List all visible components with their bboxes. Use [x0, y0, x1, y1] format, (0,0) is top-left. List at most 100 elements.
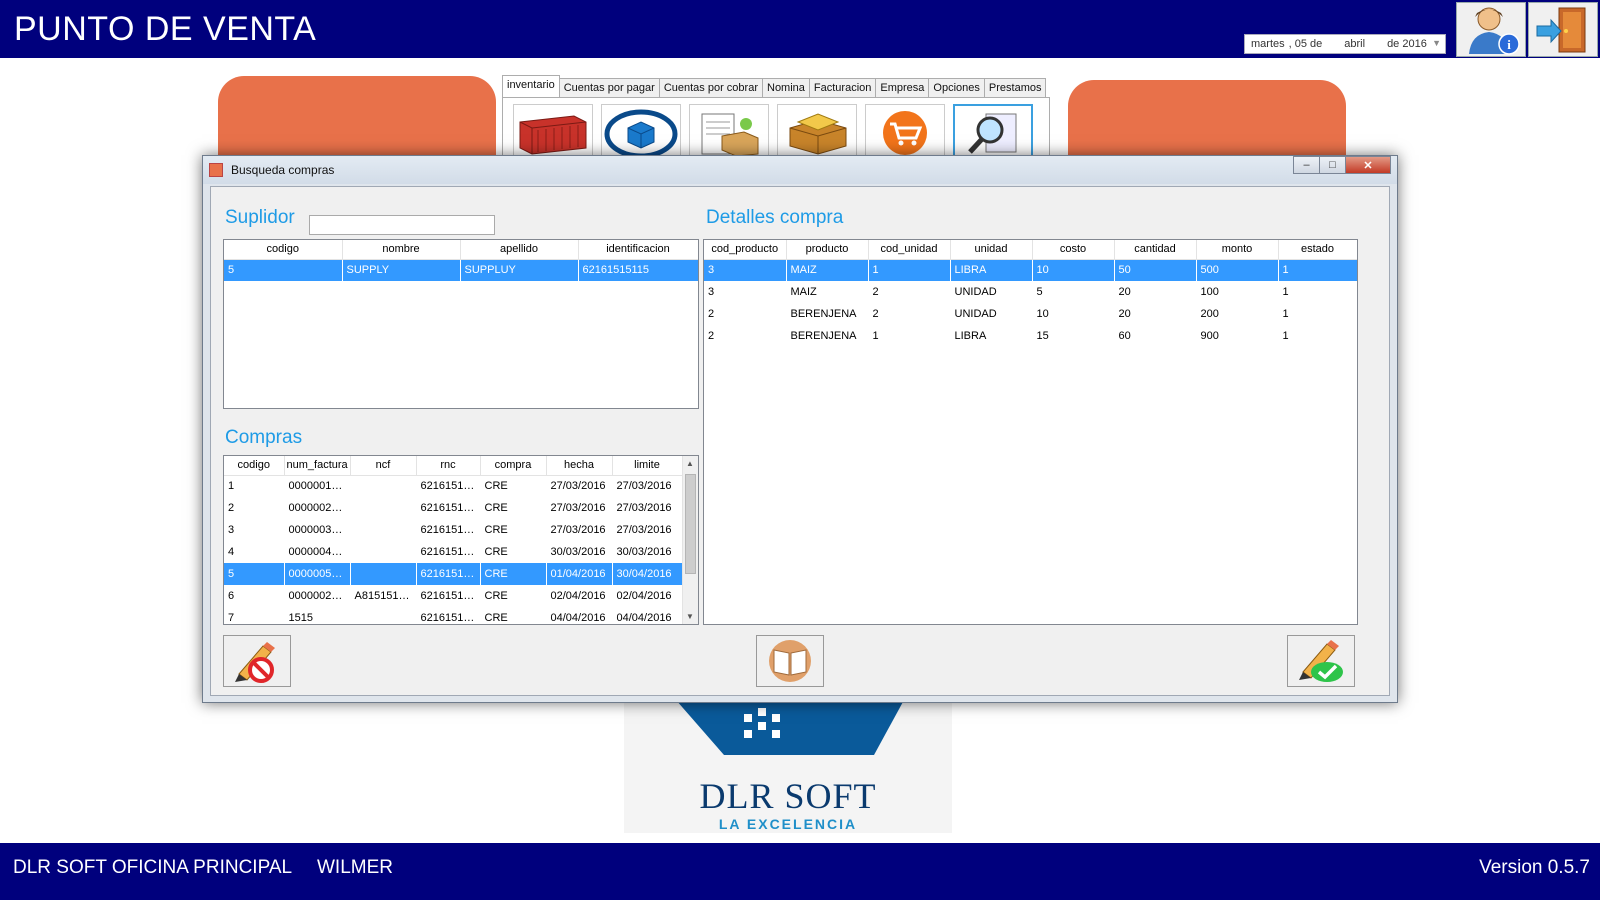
logo-tagline: LA EXCELENCIA	[718, 816, 858, 832]
table-cell: 3	[224, 519, 285, 541]
table-cell: 3	[704, 259, 787, 281]
search-purchases-button[interactable]	[953, 104, 1033, 162]
table-row[interactable]: 3 MAIZ 2 UNIDAD 5 20 100 1	[704, 281, 1357, 303]
suplidor-search-input[interactable]	[309, 215, 495, 235]
tab-inventario[interactable]: inventario	[502, 75, 560, 97]
tab-cuentas-por-pagar[interactable]: Cuentas por pagar	[558, 78, 660, 97]
chevron-down-icon[interactable]: ▼	[1432, 38, 1441, 48]
table-row[interactable]: 3 MAIZ 1 LIBRA 10 50 500 1	[704, 259, 1357, 281]
company-logo: DLR SOFT LA EXCELENCIA	[624, 700, 952, 833]
suplidor-grid[interactable]: codigo nombre apellido identificacion 5S…	[223, 239, 699, 409]
dialog-title-bar[interactable]: Busqueda compras ‒ □ ✕	[203, 156, 1397, 184]
shopping-cart-button[interactable]	[865, 104, 945, 162]
col-costo[interactable]: costo	[1032, 240, 1115, 260]
table-row[interactable]: 4 00000040... 62161515... CRE 30/03/2016 30/0…	[224, 541, 683, 563]
table-row[interactable]: 6 00000020... A8151518... 62161515... CRE 02/…	[224, 585, 683, 607]
col-nombre[interactable]: nombre	[342, 240, 461, 260]
table-row[interactable]: 5 00000050... 62161515... CRE 01/04/2016 30/0…	[224, 563, 683, 585]
exit-button[interactable]	[1528, 2, 1598, 57]
col-hecha[interactable]: hecha	[546, 456, 613, 476]
col-compra[interactable]: compra	[480, 456, 547, 476]
col-producto[interactable]: producto	[786, 240, 869, 260]
table-cell: 27/03/2016	[612, 497, 683, 519]
open-book-icon	[769, 640, 811, 682]
table-row[interactable]: 2 BERENJENA 1 LIBRA 15 60 900 1	[704, 325, 1357, 347]
col-codigo[interactable]: codigo	[224, 456, 285, 476]
table-cell: 20	[1114, 281, 1197, 303]
minimize-button[interactable]: ‒	[1293, 156, 1320, 174]
user-info-button[interactable]: i	[1456, 2, 1526, 57]
table-row[interactable]: 1 00000010... 62161515... CRE 27/03/2016 27/0…	[224, 475, 683, 497]
table-row[interactable]: 5 SUPPLY SUPPLUY 62161515115	[224, 259, 698, 281]
col-cantidad[interactable]: cantidad	[1114, 240, 1197, 260]
table-cell: 62161515115	[578, 259, 698, 281]
detalles-rows: 3 MAIZ 1 LIBRA 10 50 500 1 3 MAIZ 2 UNIDAD 5 20 100 1 2 B…	[704, 259, 1357, 347]
dialog-title: Busqueda compras	[231, 163, 335, 177]
table-cell	[350, 563, 417, 585]
confirm-purchase-button[interactable]	[1287, 635, 1355, 687]
dialog-body: Suplidor codigo nombre apellido identifi…	[210, 186, 1390, 696]
tab-cuentas-por-cobrar[interactable]: Cuentas por cobrar	[658, 78, 763, 97]
table-row[interactable]: 2 BERENJENA 2 UNIDAD 10 20 200 1	[704, 303, 1357, 325]
table-row[interactable]: 2 00000020... 62161515... CRE 27/03/2016 27/0…	[224, 497, 683, 519]
table-cell: 5	[1032, 281, 1115, 303]
table-cell: 50	[1114, 259, 1197, 281]
col-apellido[interactable]: apellido	[460, 240, 579, 260]
scroll-thumb[interactable]	[685, 474, 696, 574]
tab-prestamos[interactable]: Prestamos	[983, 78, 1047, 97]
table-cell: 2	[868, 281, 951, 303]
detalles-grid[interactable]: cod_producto producto cod_unidad unidad …	[703, 239, 1358, 625]
tab-empresa[interactable]: Empresa	[875, 78, 930, 97]
table-cell	[350, 475, 417, 497]
tab-opciones[interactable]: Opciones	[928, 78, 985, 97]
col-rnc[interactable]: rnc	[416, 456, 481, 476]
col-limite[interactable]: limite	[612, 456, 683, 476]
table-cell: 62161515...	[416, 519, 481, 541]
table-cell: 62161515...	[416, 541, 481, 563]
col-codigo[interactable]: codigo	[224, 240, 343, 260]
door-exit-icon	[1536, 7, 1586, 52]
status-bar: DLR SOFT OFICINA PRINCIPAL WILMER Versio…	[0, 843, 1600, 900]
window-controls: ‒ □ ✕	[1293, 156, 1391, 174]
table-row[interactable]: 7 1515 62161515... CRE 04/04/2016 04/04/2016	[224, 607, 683, 624]
shopping-cart-icon	[883, 111, 927, 155]
compras-grid[interactable]: codigo num_factura ncf rnc compra hecha …	[223, 455, 699, 625]
table-cell: 20	[1114, 303, 1197, 325]
tab-facturacion[interactable]: Facturacion	[808, 78, 877, 97]
scroll-down-icon[interactable]: ▼	[686, 612, 694, 621]
table-cell: 00000020...	[284, 585, 351, 607]
products-button[interactable]	[601, 104, 681, 162]
main-tab-strip: inventario Cuentas por pagar Cuentas por…	[502, 75, 1047, 97]
svg-text:i: i	[1507, 37, 1511, 52]
scroll-up-icon[interactable]: ▲	[686, 459, 694, 468]
tab-nomina[interactable]: Nomina	[762, 78, 810, 97]
open-purchase-button[interactable]	[756, 635, 824, 687]
col-monto[interactable]: monto	[1196, 240, 1279, 260]
col-cod-producto[interactable]: cod_producto	[704, 240, 787, 260]
date-picker[interactable]: martes , 05 de abril de 2016 ▼	[1244, 34, 1446, 54]
cancel-purchase-button[interactable]	[223, 635, 291, 687]
table-cell: 900	[1196, 325, 1279, 347]
col-cod-unidad[interactable]: cod_unidad	[868, 240, 951, 260]
compras-label: Compras	[225, 427, 303, 448]
col-identificacion[interactable]: identificacion	[578, 240, 698, 260]
table-cell: CRE	[480, 541, 547, 563]
table-cell: 2	[704, 303, 787, 325]
table-cell: 7	[224, 607, 285, 624]
inventory-list-button[interactable]	[689, 104, 769, 162]
table-cell: 04/04/2016	[546, 607, 613, 624]
close-button[interactable]: ✕	[1345, 156, 1391, 174]
compras-scrollbar[interactable]: ▲ ▼	[682, 456, 698, 624]
boxes-button[interactable]	[777, 104, 857, 162]
col-estado[interactable]: estado	[1278, 240, 1357, 260]
table-cell: 2	[224, 497, 285, 519]
container-button[interactable]	[513, 104, 593, 162]
col-unidad[interactable]: unidad	[950, 240, 1033, 260]
top-bar: PUNTO DE VENTA martes , 05 de abril de 2…	[0, 0, 1600, 58]
date-year: de 2016	[1387, 38, 1427, 50]
maximize-button[interactable]: □	[1319, 156, 1346, 174]
suplidor-label: Suplidor	[225, 207, 295, 228]
col-num-factura[interactable]: num_factura	[284, 456, 351, 476]
table-row[interactable]: 3 00000030... 62161515... CRE 27/03/2016 27/0…	[224, 519, 683, 541]
col-ncf[interactable]: ncf	[350, 456, 417, 476]
